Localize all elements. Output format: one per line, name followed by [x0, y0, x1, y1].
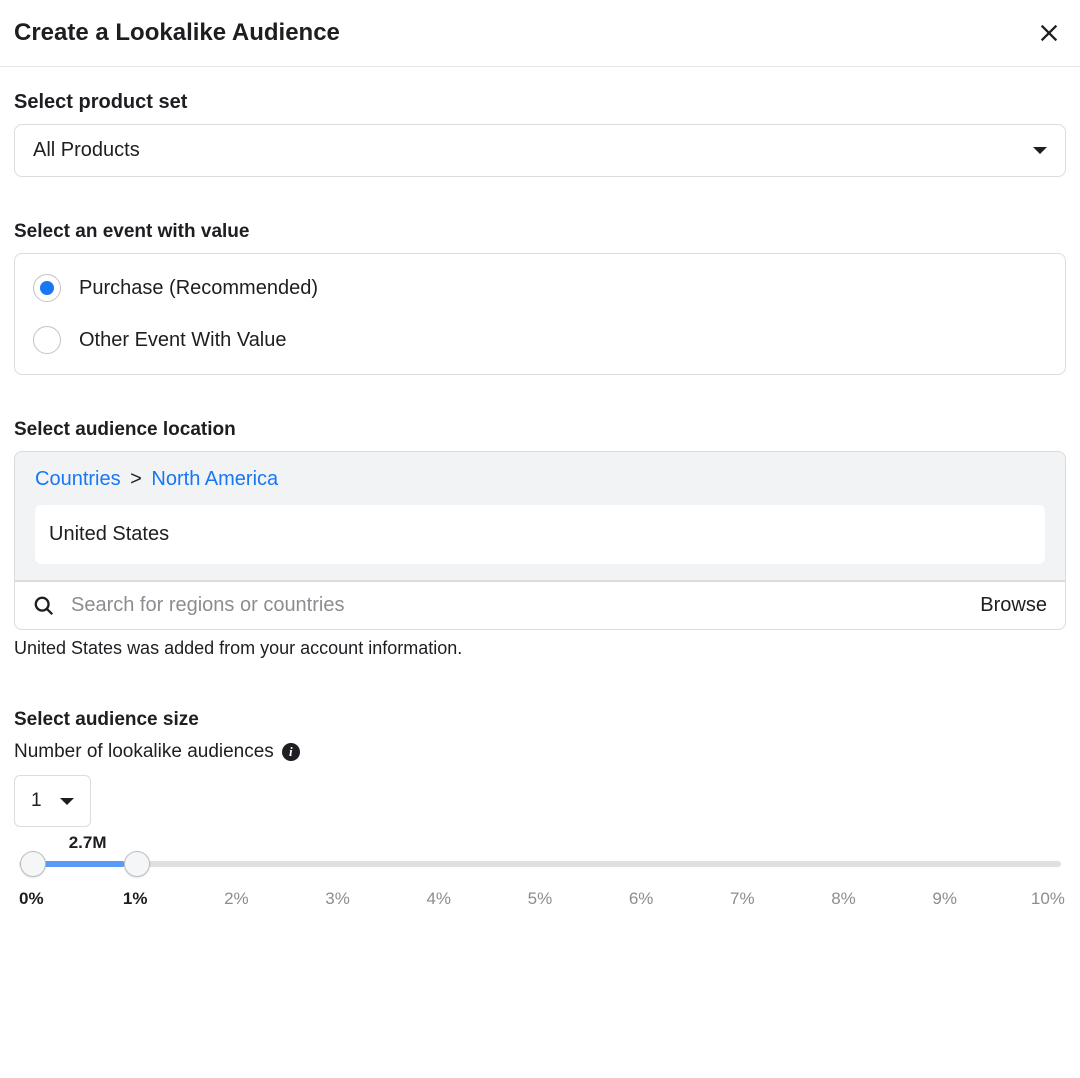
- audience-count-select[interactable]: 1: [14, 775, 91, 827]
- location-label: Select audience location: [14, 419, 1066, 441]
- dialog-content: Select product set All Products Select a…: [0, 67, 1080, 939]
- slider-handle-end[interactable]: [124, 851, 150, 877]
- event-section: Select an event with value Purchase (Rec…: [14, 221, 1066, 375]
- radio-icon: [33, 274, 61, 302]
- info-icon[interactable]: i: [282, 743, 300, 761]
- event-option-other[interactable]: Other Event With Value: [33, 314, 1047, 362]
- caret-down-icon: [1033, 147, 1047, 154]
- dialog-header: Create a Lookalike Audience: [0, 0, 1080, 67]
- close-button[interactable]: [1034, 18, 1064, 48]
- product-set-section: Select product set All Products: [14, 91, 1066, 177]
- event-radio-group: Purchase (Recommended) Other Event With …: [14, 253, 1066, 375]
- location-selected-item[interactable]: United States: [35, 505, 1045, 564]
- browse-button[interactable]: Browse: [980, 594, 1047, 617]
- location-search-row: Browse: [14, 581, 1066, 630]
- size-sublabel-row: Number of lookalike audiences i: [14, 741, 1066, 763]
- event-option-label: Other Event With Value: [79, 329, 287, 352]
- slider-tick: 5%: [525, 889, 555, 909]
- slider-ticks: 0% 1% 2% 3% 4% 5% 6% 7% 8% 9% 10%: [19, 889, 1061, 909]
- location-section: Select audience location Countries > Nor…: [14, 419, 1066, 659]
- breadcrumb-region[interactable]: North America: [151, 468, 278, 490]
- slider-tick: 1%: [120, 889, 150, 909]
- product-set-label: Select product set: [14, 91, 1066, 114]
- slider-tick: 0%: [19, 889, 49, 909]
- event-option-label: Purchase (Recommended): [79, 277, 318, 300]
- audience-size-section: Select audience size Number of lookalike…: [14, 709, 1066, 909]
- slider-tick: 4%: [424, 889, 454, 909]
- event-label: Select an event with value: [14, 221, 1066, 243]
- caret-down-icon: [60, 798, 74, 805]
- breadcrumb-countries[interactable]: Countries: [35, 468, 121, 490]
- size-label: Select audience size: [14, 709, 1066, 731]
- location-helper-text: United States was added from your accoun…: [14, 638, 1066, 659]
- product-set-select[interactable]: All Products: [14, 124, 1066, 177]
- event-option-purchase[interactable]: Purchase (Recommended): [33, 266, 1047, 314]
- slider-tick: 6%: [626, 889, 656, 909]
- location-search-input[interactable]: [71, 594, 968, 617]
- slider-value-label: 2.7M: [69, 833, 107, 853]
- slider-tick: 3%: [323, 889, 353, 909]
- audience-size-slider: 2.7M 0% 1% 2% 3% 4% 5% 6% 7% 8% 9% 10%: [14, 861, 1066, 909]
- location-box: Countries > North America United States: [14, 451, 1066, 581]
- slider-tick: 10%: [1031, 889, 1061, 909]
- slider-tick: 9%: [930, 889, 960, 909]
- slider-handle-start[interactable]: [20, 851, 46, 877]
- dialog-title: Create a Lookalike Audience: [14, 19, 340, 47]
- product-set-value: All Products: [33, 139, 140, 162]
- slider-tick: 2%: [221, 889, 251, 909]
- slider-tick: 7%: [727, 889, 757, 909]
- location-breadcrumb: Countries > North America: [35, 468, 1045, 491]
- slider-tick: 8%: [829, 889, 859, 909]
- search-icon: [33, 595, 55, 617]
- close-icon: [1038, 22, 1060, 44]
- audience-count-value: 1: [31, 790, 42, 812]
- breadcrumb-separator: >: [130, 468, 142, 490]
- slider-track: [19, 861, 1061, 867]
- size-sublabel: Number of lookalike audiences: [14, 741, 274, 763]
- radio-icon: [33, 326, 61, 354]
